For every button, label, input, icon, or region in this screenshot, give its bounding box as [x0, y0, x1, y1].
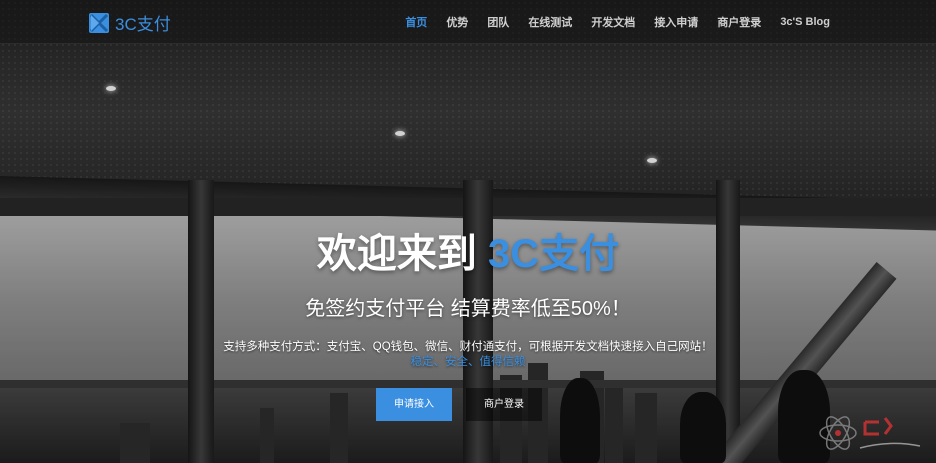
hero-description-block: 支持多种支付方式：支付宝、QQ钱包、微信、财付通支付，可根据开发文档快速接入自己…	[0, 340, 936, 370]
hero-subtitle: 免签约支付平台 结算费率低至50%！	[305, 298, 631, 320]
hero-description: 支持多种支付方式：支付宝、QQ钱包、微信、财付通支付，可根据开发文档快速接入自己…	[223, 341, 713, 353]
apply-button[interactable]: 申请接入	[376, 388, 452, 421]
hero-section: 欢迎来到 3C支付 免签约支付平台 结算费率低至50%！ 支持多种支付方式：支付…	[0, 0, 936, 463]
merchant-login-button[interactable]: 商户登录	[466, 388, 542, 421]
hero-title-prefix: 欢迎来到	[316, 232, 477, 276]
hero-title-accent: 3C支付	[487, 232, 620, 276]
hero-tags: 稳定、安全、值得信赖	[410, 356, 526, 368]
watermark-logo	[819, 416, 921, 450]
hero-title: 欢迎来到 3C支付	[0, 221, 936, 279]
